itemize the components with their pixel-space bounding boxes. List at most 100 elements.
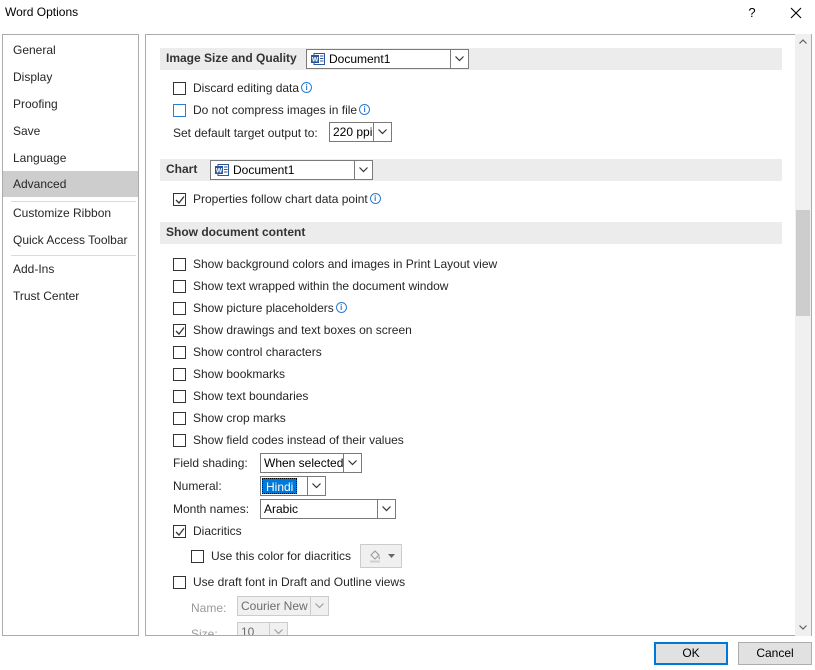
nav-item-display[interactable]: Display xyxy=(3,64,138,90)
diacritic-color-checkbox[interactable] xyxy=(191,550,204,563)
option-label: Discard editing data xyxy=(193,81,300,95)
dropdown-arrow[interactable] xyxy=(343,454,361,472)
draft-font-size-dropdown[interactable]: 10 xyxy=(237,622,288,635)
close-icon xyxy=(790,7,802,19)
svg-text:W: W xyxy=(312,57,319,64)
dropdown-arrow[interactable] xyxy=(307,477,325,495)
chevron-down-icon xyxy=(312,483,321,489)
field-shading-dropdown[interactable]: When selected xyxy=(260,453,362,473)
option-label: Diacritics xyxy=(193,524,242,538)
paint-bucket-icon xyxy=(370,550,380,563)
chevron-up-icon xyxy=(799,39,807,44)
option-checkbox[interactable] xyxy=(173,412,186,425)
numeral-dropdown[interactable]: Hindi xyxy=(260,476,326,496)
show-document-content-header: Show document content xyxy=(160,222,782,244)
chevron-down-icon xyxy=(348,460,357,466)
nav-item-quick-access-toolbar[interactable]: Quick Access Toolbar xyxy=(3,227,138,253)
option-label: Show background colors and images in Pri… xyxy=(193,257,498,271)
nav-item-save[interactable]: Save xyxy=(3,118,138,144)
svg-text:W: W xyxy=(216,168,223,175)
option-label: Show text wrapped within the document wi… xyxy=(193,279,449,293)
month-names-label: Month names: xyxy=(173,502,250,516)
option-checkbox[interactable] xyxy=(173,258,186,271)
nav-item-advanced[interactable]: Advanced xyxy=(3,171,138,197)
draft-font-name-dropdown[interactable]: Courier New xyxy=(237,596,329,616)
target-output-dropdown[interactable]: 220 ppi xyxy=(329,122,392,142)
image-document-dropdown[interactable]: W Document1 xyxy=(306,49,469,69)
nav-item-language[interactable]: Language xyxy=(3,145,138,171)
dropdown-value: 220 ppi xyxy=(333,125,373,139)
no-compress-checkbox[interactable] xyxy=(173,104,186,117)
option-checkbox[interactable] xyxy=(173,280,186,293)
title-bar: Word Options ? xyxy=(0,0,815,30)
option-label: Properties follow chart data point xyxy=(193,192,368,206)
option-label: Show field codes instead of their values xyxy=(193,433,404,447)
dropdown-value: Document1 xyxy=(233,163,295,177)
nav-item-customize-ribbon[interactable]: Customize Ribbon xyxy=(3,200,138,226)
help-button[interactable]: ? xyxy=(740,2,764,24)
chevron-down-icon xyxy=(388,554,395,558)
dropdown-arrow[interactable] xyxy=(269,623,287,635)
option-label: Show picture placeholders xyxy=(193,301,334,315)
option-label: Show bookmarks xyxy=(193,367,286,381)
content-scrollbar[interactable] xyxy=(795,34,811,636)
dropdown-arrow[interactable] xyxy=(450,50,468,68)
option-label: Use this color for diacritics xyxy=(211,549,352,563)
nav-item-add-ins[interactable]: Add-Ins xyxy=(3,256,138,282)
dropdown-arrow[interactable] xyxy=(310,597,328,615)
nav-item-general[interactable]: General xyxy=(3,37,138,63)
option-checkbox[interactable] xyxy=(173,434,186,447)
section-title: Image Size and Quality xyxy=(166,51,297,65)
info-icon: i xyxy=(359,104,371,115)
dropdown-arrow[interactable] xyxy=(373,123,391,141)
advanced-options-pane: Image Size and Quality W Document1 Disca… xyxy=(145,34,812,636)
info-icon: i xyxy=(335,302,347,313)
option-checkbox[interactable] xyxy=(173,390,186,403)
font-name-label: Name: xyxy=(191,601,227,615)
month-names-dropdown[interactable]: Arabic xyxy=(260,499,396,519)
dropdown-arrow[interactable] xyxy=(354,161,372,179)
word-document-icon: W xyxy=(215,164,229,176)
option-label: Show drawings and text boxes on screen xyxy=(193,323,412,337)
nav-item-trust-center[interactable]: Trust Center xyxy=(3,283,138,309)
font-size-label: Size: xyxy=(191,627,218,636)
chevron-down-icon xyxy=(359,167,368,173)
scroll-down-button[interactable] xyxy=(795,620,811,636)
option-label: Show control characters xyxy=(193,345,322,359)
chevron-down-icon xyxy=(455,56,464,62)
scroll-thumb[interactable] xyxy=(796,210,810,316)
word-document-icon: W xyxy=(311,53,325,65)
diacritic-color-picker[interactable] xyxy=(360,544,402,568)
option-checkbox[interactable] xyxy=(173,346,186,359)
section-title: Show document content xyxy=(166,225,306,239)
dropdown-value: Arabic xyxy=(264,502,299,516)
draft-font-checkbox[interactable] xyxy=(173,576,186,589)
nav-item-proofing[interactable]: Proofing xyxy=(3,91,138,117)
chevron-down-icon xyxy=(274,629,283,635)
diacritics-checkbox[interactable] xyxy=(173,525,186,538)
option-label: Do not compress images in file xyxy=(193,103,358,117)
option-label: Show text boundaries xyxy=(193,389,309,403)
info-icon: i xyxy=(301,82,313,93)
checkmark-icon xyxy=(175,528,185,536)
dropdown-arrow[interactable] xyxy=(377,500,395,518)
ok-button[interactable]: OK xyxy=(654,642,728,665)
option-checkbox[interactable] xyxy=(173,302,186,315)
dropdown-value: When selected xyxy=(264,456,344,470)
option-label: Use draft font in Draft and Outline view… xyxy=(193,575,406,589)
option-label: Show crop marks xyxy=(193,411,286,425)
chart-document-dropdown[interactable]: W Document1 xyxy=(210,160,373,180)
option-checkbox[interactable] xyxy=(173,324,186,337)
option-checkbox[interactable] xyxy=(173,368,186,381)
discard-editing-checkbox[interactable] xyxy=(173,82,186,95)
checkmark-icon xyxy=(175,327,185,335)
chevron-down-icon xyxy=(378,129,387,135)
section-title: Chart xyxy=(166,162,198,176)
dropdown-value: Hindi xyxy=(262,478,298,494)
scroll-up-button[interactable] xyxy=(795,34,811,50)
chart-header: Chart W Document1 xyxy=(160,159,782,181)
dropdown-value: Courier New xyxy=(241,599,308,613)
properties-follow-checkbox[interactable] xyxy=(173,193,186,206)
cancel-button[interactable]: Cancel xyxy=(738,642,812,665)
close-button[interactable] xyxy=(784,2,808,24)
